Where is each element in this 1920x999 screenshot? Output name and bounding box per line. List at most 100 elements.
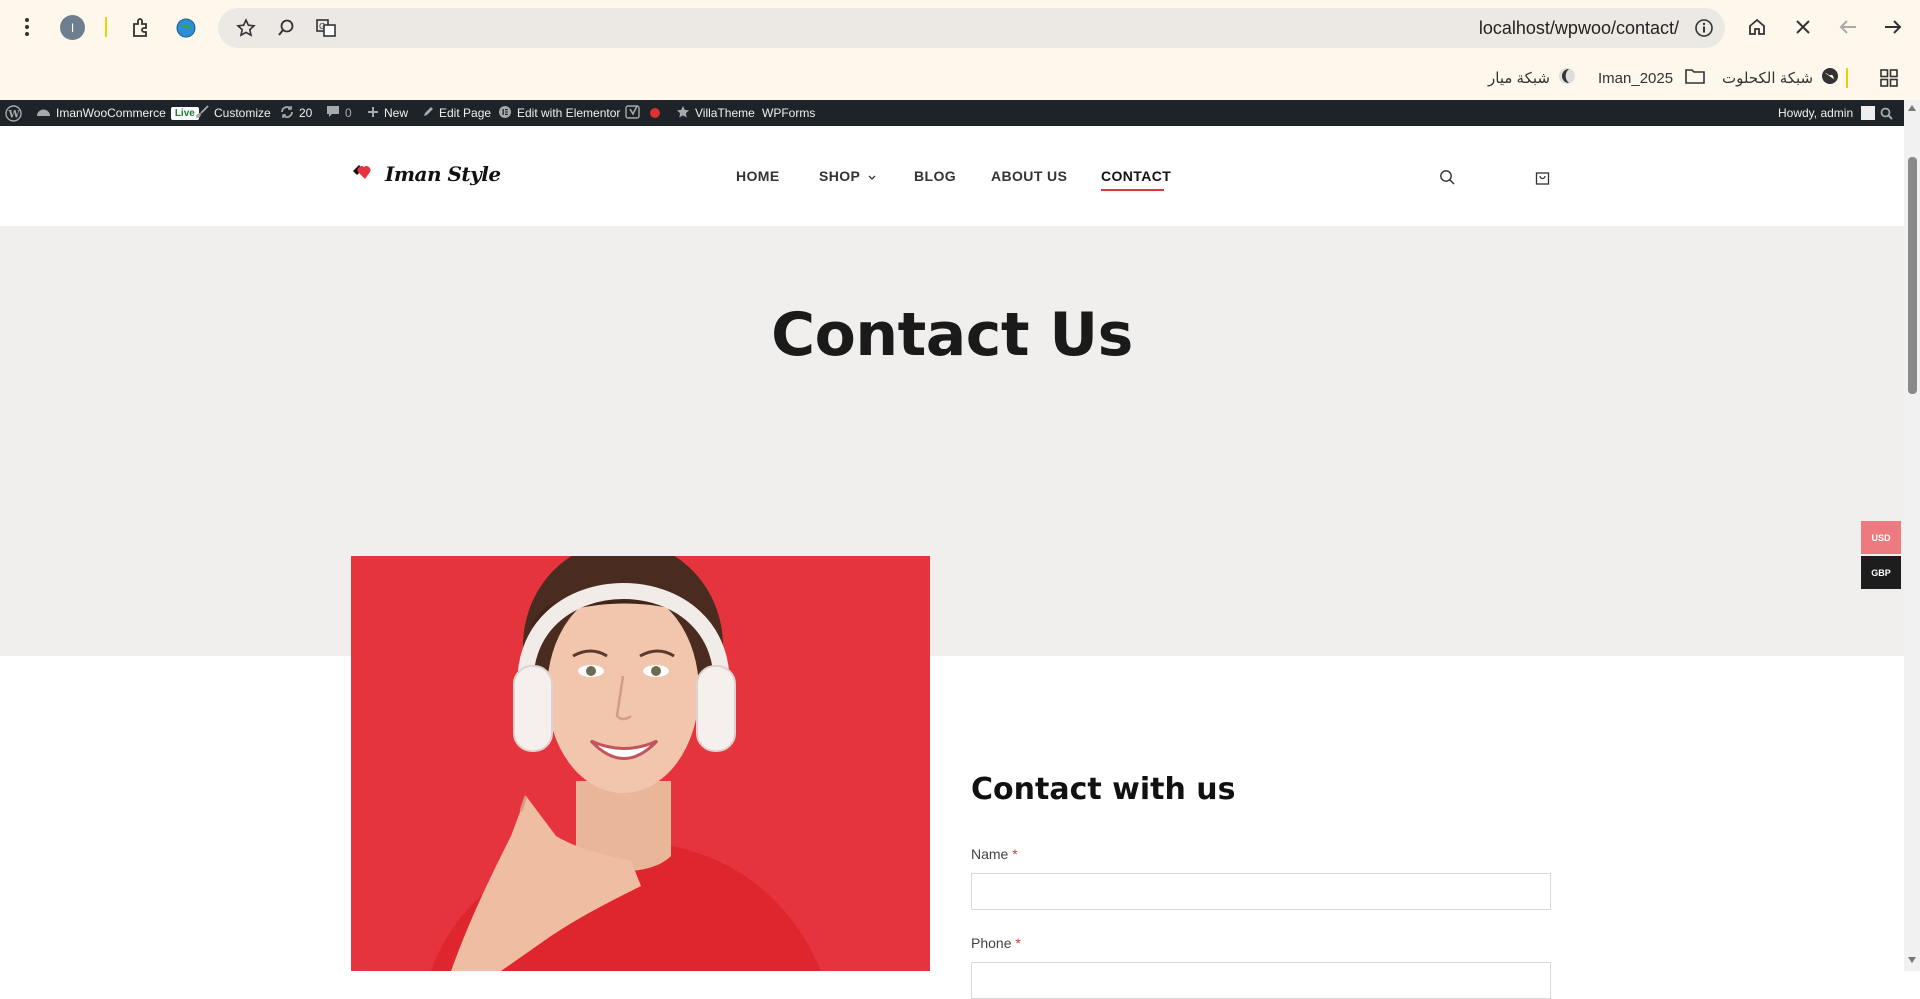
adminbar-comments[interactable]: 0 [326,100,352,126]
bookmark-item[interactable]: شبكة الكحلوت [1722,65,1839,91]
address-bar[interactable]: G localhost/wpwoo/contact/ [218,8,1725,48]
currency-usd-button[interactable]: USD [1861,521,1901,554]
adminbar-account[interactable]: Howdy, admin [1778,100,1876,126]
star-icon [676,105,690,122]
page-scrollbar[interactable] [1904,100,1920,971]
wp-logo-icon[interactable]: W [5,100,22,126]
home-icon[interactable] [1744,14,1770,40]
required-mark: * [1015,935,1021,951]
currency-usd-label: USD [1871,532,1891,543]
seo-status-dot [650,108,660,118]
translate-icon[interactable]: G [314,16,338,40]
browser-toolbar: I G localhost/wpwoo/contact/ [0,0,1920,55]
avatar [1861,106,1876,120]
page-title: Contact Us [771,300,1133,370]
bookmark-star-icon[interactable] [234,16,258,40]
adminbar-updates[interactable]: 20 [280,100,312,126]
yoast-icon [625,104,641,123]
name-label: Name * [971,846,1018,862]
close-tab-icon[interactable] [1790,14,1816,40]
howdy-label: Howdy, admin [1778,106,1854,120]
adminbar-customize[interactable]: Customize [196,100,271,126]
heart-logo-icon [351,163,381,186]
adminbar-search-icon[interactable] [1880,100,1893,126]
folder-icon [1685,68,1705,89]
svg-text:W: W [8,109,21,120]
profile-initial: I [70,20,75,35]
extension-globe-icon[interactable] [173,15,199,41]
currency-gbp-button[interactable]: GBP [1861,556,1901,589]
nav-active-underline [1101,189,1164,191]
edit-page-label: Edit Page [439,106,492,120]
site-logo[interactable]: Iman Style [351,162,501,186]
phone-input[interactable] [971,962,1551,999]
phone-label-text: Phone [971,935,1012,951]
name-input[interactable] [971,873,1551,910]
forward-arrow-icon[interactable] [1880,14,1906,40]
apps-grid-icon[interactable] [1876,65,1902,91]
nav-blog[interactable]: BLOG [914,168,956,184]
nav-shop-label: SHOP [819,168,861,184]
form-heading: Contact with us [971,772,1236,807]
bookmark-item[interactable]: شبكة ميار [1488,65,1576,91]
villatheme-label: VillaTheme [695,106,755,120]
url-text[interactable]: localhost/wpwoo/contact/ [1479,18,1679,39]
bookmark-item[interactable]: Iman_2025 [1598,65,1705,91]
adminbar-new[interactable]: New [367,100,408,126]
extensions-icon[interactable] [128,15,154,41]
updates-count: 20 [299,106,313,120]
edit-elementor-label: Edit with Elementor [517,106,621,120]
new-label: New [384,106,409,120]
site-header: Iman Style HOME SHOP BLOG ABOUT US CONTA… [0,126,1904,226]
moon-icon [1558,67,1576,90]
adminbar-edit-elementor[interactable]: Edit with Elementor [498,100,620,126]
bookmark-label: Iman_2025 [1598,69,1674,87]
bookmarks-divider [1846,68,1848,88]
currency-gbp-label: GBP [1871,567,1891,578]
page-hero: Contact Us [0,226,1904,656]
logo-text: Iman Style [385,162,501,186]
plus-icon [367,106,379,121]
cart-icon[interactable] [1531,166,1553,188]
site-name: ImanWooCommerce [56,106,166,120]
scroll-up-arrow-icon[interactable] [1906,103,1918,113]
profile-avatar[interactable]: I [60,15,85,40]
chevron-down-icon [868,168,876,184]
pencil-icon [422,106,434,121]
wpforms-label: WPForms [762,106,816,120]
bookmark-label: شبكة ميار [1488,70,1550,87]
toolbar-divider [105,17,107,37]
adminbar-yoast[interactable] [625,100,660,126]
required-mark: * [1012,846,1018,862]
site-info-icon[interactable] [1693,17,1715,39]
updates-icon [280,105,294,122]
header-search-icon[interactable] [1436,166,1458,188]
elementor-icon [498,105,512,122]
scroll-down-arrow-icon[interactable] [1906,955,1918,965]
svg-text:G: G [319,22,325,31]
name-label-text: Name [971,846,1009,862]
adminbar-wpforms[interactable]: WPForms [762,100,815,126]
live-badge: Live [170,106,199,120]
bookmarks-bar: شبكة الكحلوت Iman_2025 شبكة ميار [0,55,1920,100]
back-arrow-icon[interactable] [1835,14,1861,40]
contact-photo [351,556,930,971]
zoom-icon[interactable] [274,16,298,40]
customize-label: Customize [214,106,271,120]
browser-menu-icon[interactable] [16,14,38,40]
brush-icon [196,105,209,121]
woman-with-headphones-image [351,556,930,971]
phone-label: Phone * [971,935,1021,951]
dashboard-icon [36,105,51,121]
scroll-thumb[interactable] [1908,157,1917,394]
comments-icon [326,105,340,121]
nav-home[interactable]: HOME [736,168,780,184]
adminbar-villatheme[interactable]: VillaTheme [676,100,755,126]
wp-admin-bar: W ImanWooCommerce Live Customize 20 0 Ne… [0,100,1904,126]
nav-shop[interactable]: SHOP [819,168,876,184]
nav-about-us[interactable]: ABOUT US [991,168,1067,184]
adminbar-site[interactable]: ImanWooCommerce Live [36,100,199,126]
nav-contact[interactable]: CONTACT [1101,168,1171,184]
comments-count: 0 [345,106,352,120]
adminbar-edit-page[interactable]: Edit Page [422,100,491,126]
